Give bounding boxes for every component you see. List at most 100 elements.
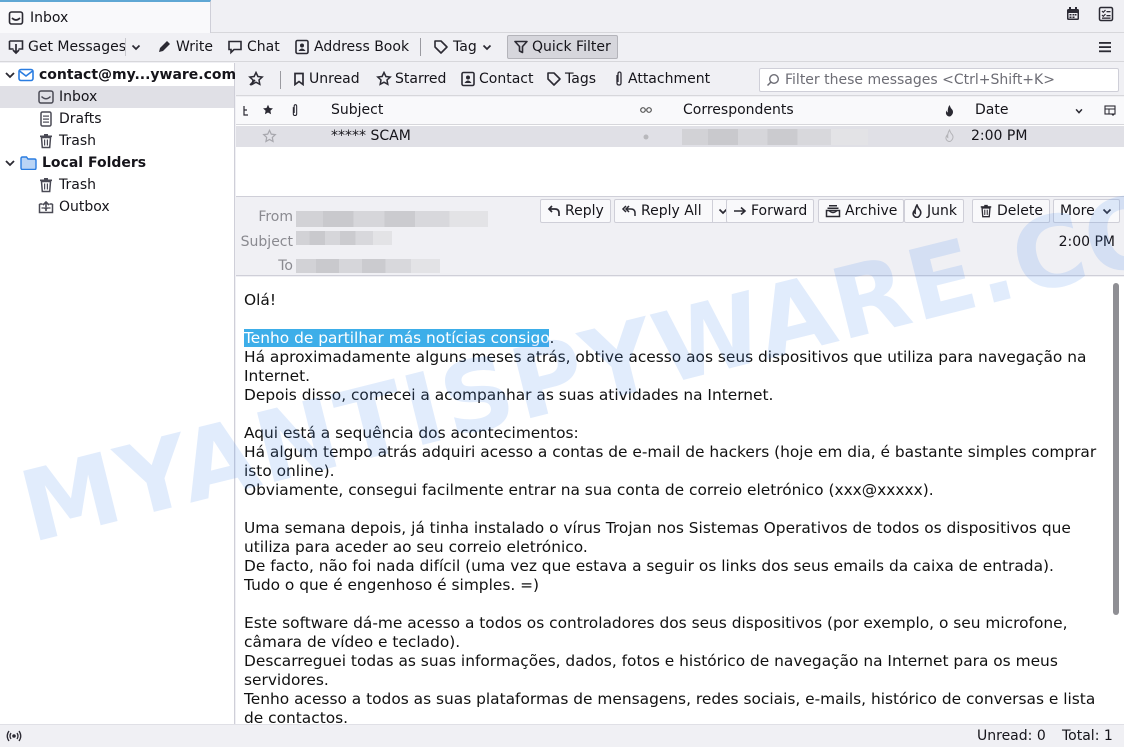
- paperclip-icon: [290, 103, 300, 118]
- column-junk[interactable]: [944, 104, 955, 117]
- pin-icon: [248, 71, 264, 87]
- chat-button[interactable]: Chat: [224, 35, 283, 59]
- tag-button[interactable]: Tag: [430, 35, 496, 59]
- chevron-down-icon: [130, 41, 142, 53]
- column-sort-toggle[interactable]: [1074, 106, 1084, 116]
- mail-account-icon: [18, 68, 34, 82]
- to-label: To: [278, 258, 293, 274]
- column-starred[interactable]: [262, 104, 274, 116]
- quick-filter-button[interactable]: Quick Filter: [507, 35, 618, 59]
- junk-button[interactable]: Junk: [904, 199, 964, 223]
- status-bar: Unread: 0 Total: 1: [0, 724, 1124, 747]
- filter-messages-search[interactable]: [759, 68, 1119, 92]
- thread-column-header: Subject Correspondents Date: [236, 97, 1124, 125]
- folder-pane: contact@my...yware.com Inbox Drafts Tras…: [0, 63, 236, 724]
- flame-icon: [944, 104, 955, 117]
- reply-all-button[interactable]: Reply All: [614, 199, 734, 223]
- to-value-redacted[interactable]: [296, 259, 440, 273]
- tasks-icon[interactable]: [1098, 6, 1116, 24]
- chevron-down-icon: [1101, 205, 1113, 217]
- folder-drafts[interactable]: Drafts: [0, 108, 234, 130]
- online-status-icon[interactable]: [6, 729, 22, 743]
- sticky-filter-toggle[interactable]: [248, 69, 264, 89]
- search-icon: [766, 73, 780, 87]
- message-text: Olá! Tenho de partilhar más notícias con…: [244, 291, 1104, 724]
- subject-value-redacted: [296, 231, 392, 245]
- message-date: 2:00 PM: [971, 128, 1028, 144]
- filter-unread-button[interactable]: Unread: [292, 69, 360, 89]
- reply-icon: [547, 204, 561, 218]
- from-value-redacted[interactable]: [296, 211, 488, 227]
- reply-all-icon: [621, 204, 637, 218]
- message-header: From Subject To Reply Reply All Forward …: [236, 198, 1124, 276]
- paperclip-icon: [613, 71, 625, 87]
- column-picker-button[interactable]: [1104, 105, 1116, 117]
- address-book-button[interactable]: Address Book: [291, 35, 412, 59]
- filter-starred-button[interactable]: Starred: [376, 69, 446, 89]
- folder-trash[interactable]: Trash: [0, 130, 234, 152]
- delete-button[interactable]: Delete: [972, 199, 1050, 223]
- hamburger-menu-icon: [1097, 39, 1113, 55]
- tab-label: Inbox: [30, 10, 69, 26]
- forward-button[interactable]: Forward: [726, 199, 815, 223]
- archive-button[interactable]: Archive: [818, 199, 905, 223]
- reply-button[interactable]: Reply: [540, 199, 611, 223]
- trash-icon: [979, 203, 993, 219]
- thread-list: ***** SCAM 2:00 PM: [236, 125, 1124, 197]
- folder-account[interactable]: contact@my...yware.com: [0, 64, 236, 86]
- main-toolbar: Get Messages Write Chat Address Book Tag…: [0, 33, 1124, 62]
- app-menu-button[interactable]: [1094, 35, 1116, 59]
- chevron-down-icon[interactable]: [4, 69, 16, 81]
- write-button[interactable]: Write: [153, 35, 216, 59]
- filter-messages-input[interactable]: [785, 72, 1115, 88]
- total-count: Total: 1: [1062, 728, 1113, 744]
- bookmark-icon: [292, 72, 306, 86]
- message-body[interactable]: Olá! Tenho de partilhar más notícias con…: [236, 277, 1124, 724]
- archive-icon: [825, 204, 841, 218]
- scrollbar-thumb[interactable]: [1113, 283, 1119, 615]
- message-row[interactable]: ***** SCAM 2:00 PM: [236, 126, 1124, 147]
- get-messages-button[interactable]: Get Messages: [5, 35, 129, 59]
- get-messages-dropdown[interactable]: [127, 35, 145, 59]
- column-date[interactable]: Date: [975, 102, 1008, 118]
- thread-icon: [242, 105, 250, 117]
- column-thread-status[interactable]: [640, 106, 652, 114]
- junk-status-icon[interactable]: [944, 129, 955, 142]
- star-icon: [376, 71, 392, 87]
- calendar-icon[interactable]: [1065, 6, 1083, 24]
- address-book-icon: [294, 39, 310, 55]
- inbox-icon: [8, 10, 24, 26]
- tag-icon: [433, 39, 449, 55]
- folder-local-trash[interactable]: Trash: [0, 174, 234, 196]
- filter-contact-button[interactable]: Contact: [460, 69, 533, 89]
- chevron-down-icon[interactable]: [4, 157, 18, 169]
- trash-icon: [38, 133, 54, 149]
- folder-outbox[interactable]: Outbox: [0, 196, 234, 218]
- star-toggle-icon[interactable]: [262, 129, 277, 144]
- thread-column-picker[interactable]: [242, 105, 250, 117]
- column-correspondents[interactable]: Correspondents: [683, 102, 794, 118]
- inbox-icon: [38, 90, 54, 104]
- folder-icon: [20, 156, 37, 170]
- trash-icon: [38, 177, 54, 193]
- pencil-icon: [156, 39, 172, 55]
- filter-tags-button[interactable]: Tags: [546, 69, 596, 89]
- tab-inbox[interactable]: Inbox: [0, 0, 211, 34]
- folder-local-folders[interactable]: Local Folders: [0, 152, 234, 174]
- download-icon: [8, 39, 24, 55]
- column-subject[interactable]: Subject: [331, 102, 383, 118]
- chevron-down-icon: [1074, 106, 1084, 116]
- quick-filter-bar: Unread Starred Contact Tags Attachment: [236, 63, 1124, 96]
- selected-text: Tenho de partilhar más notícias consigo: [244, 329, 550, 347]
- subject-label: Subject: [240, 234, 293, 250]
- contact-icon: [460, 71, 476, 87]
- column-attachment[interactable]: [290, 103, 300, 118]
- more-button[interactable]: More: [1053, 199, 1120, 223]
- unread-dot-icon[interactable]: [643, 134, 649, 140]
- correspondent-redacted: [682, 129, 868, 145]
- star-icon: [262, 104, 274, 116]
- folder-inbox[interactable]: Inbox: [0, 86, 234, 108]
- outbox-icon: [38, 199, 54, 215]
- filter-attachment-button[interactable]: Attachment: [613, 69, 710, 89]
- flame-icon: [911, 204, 923, 218]
